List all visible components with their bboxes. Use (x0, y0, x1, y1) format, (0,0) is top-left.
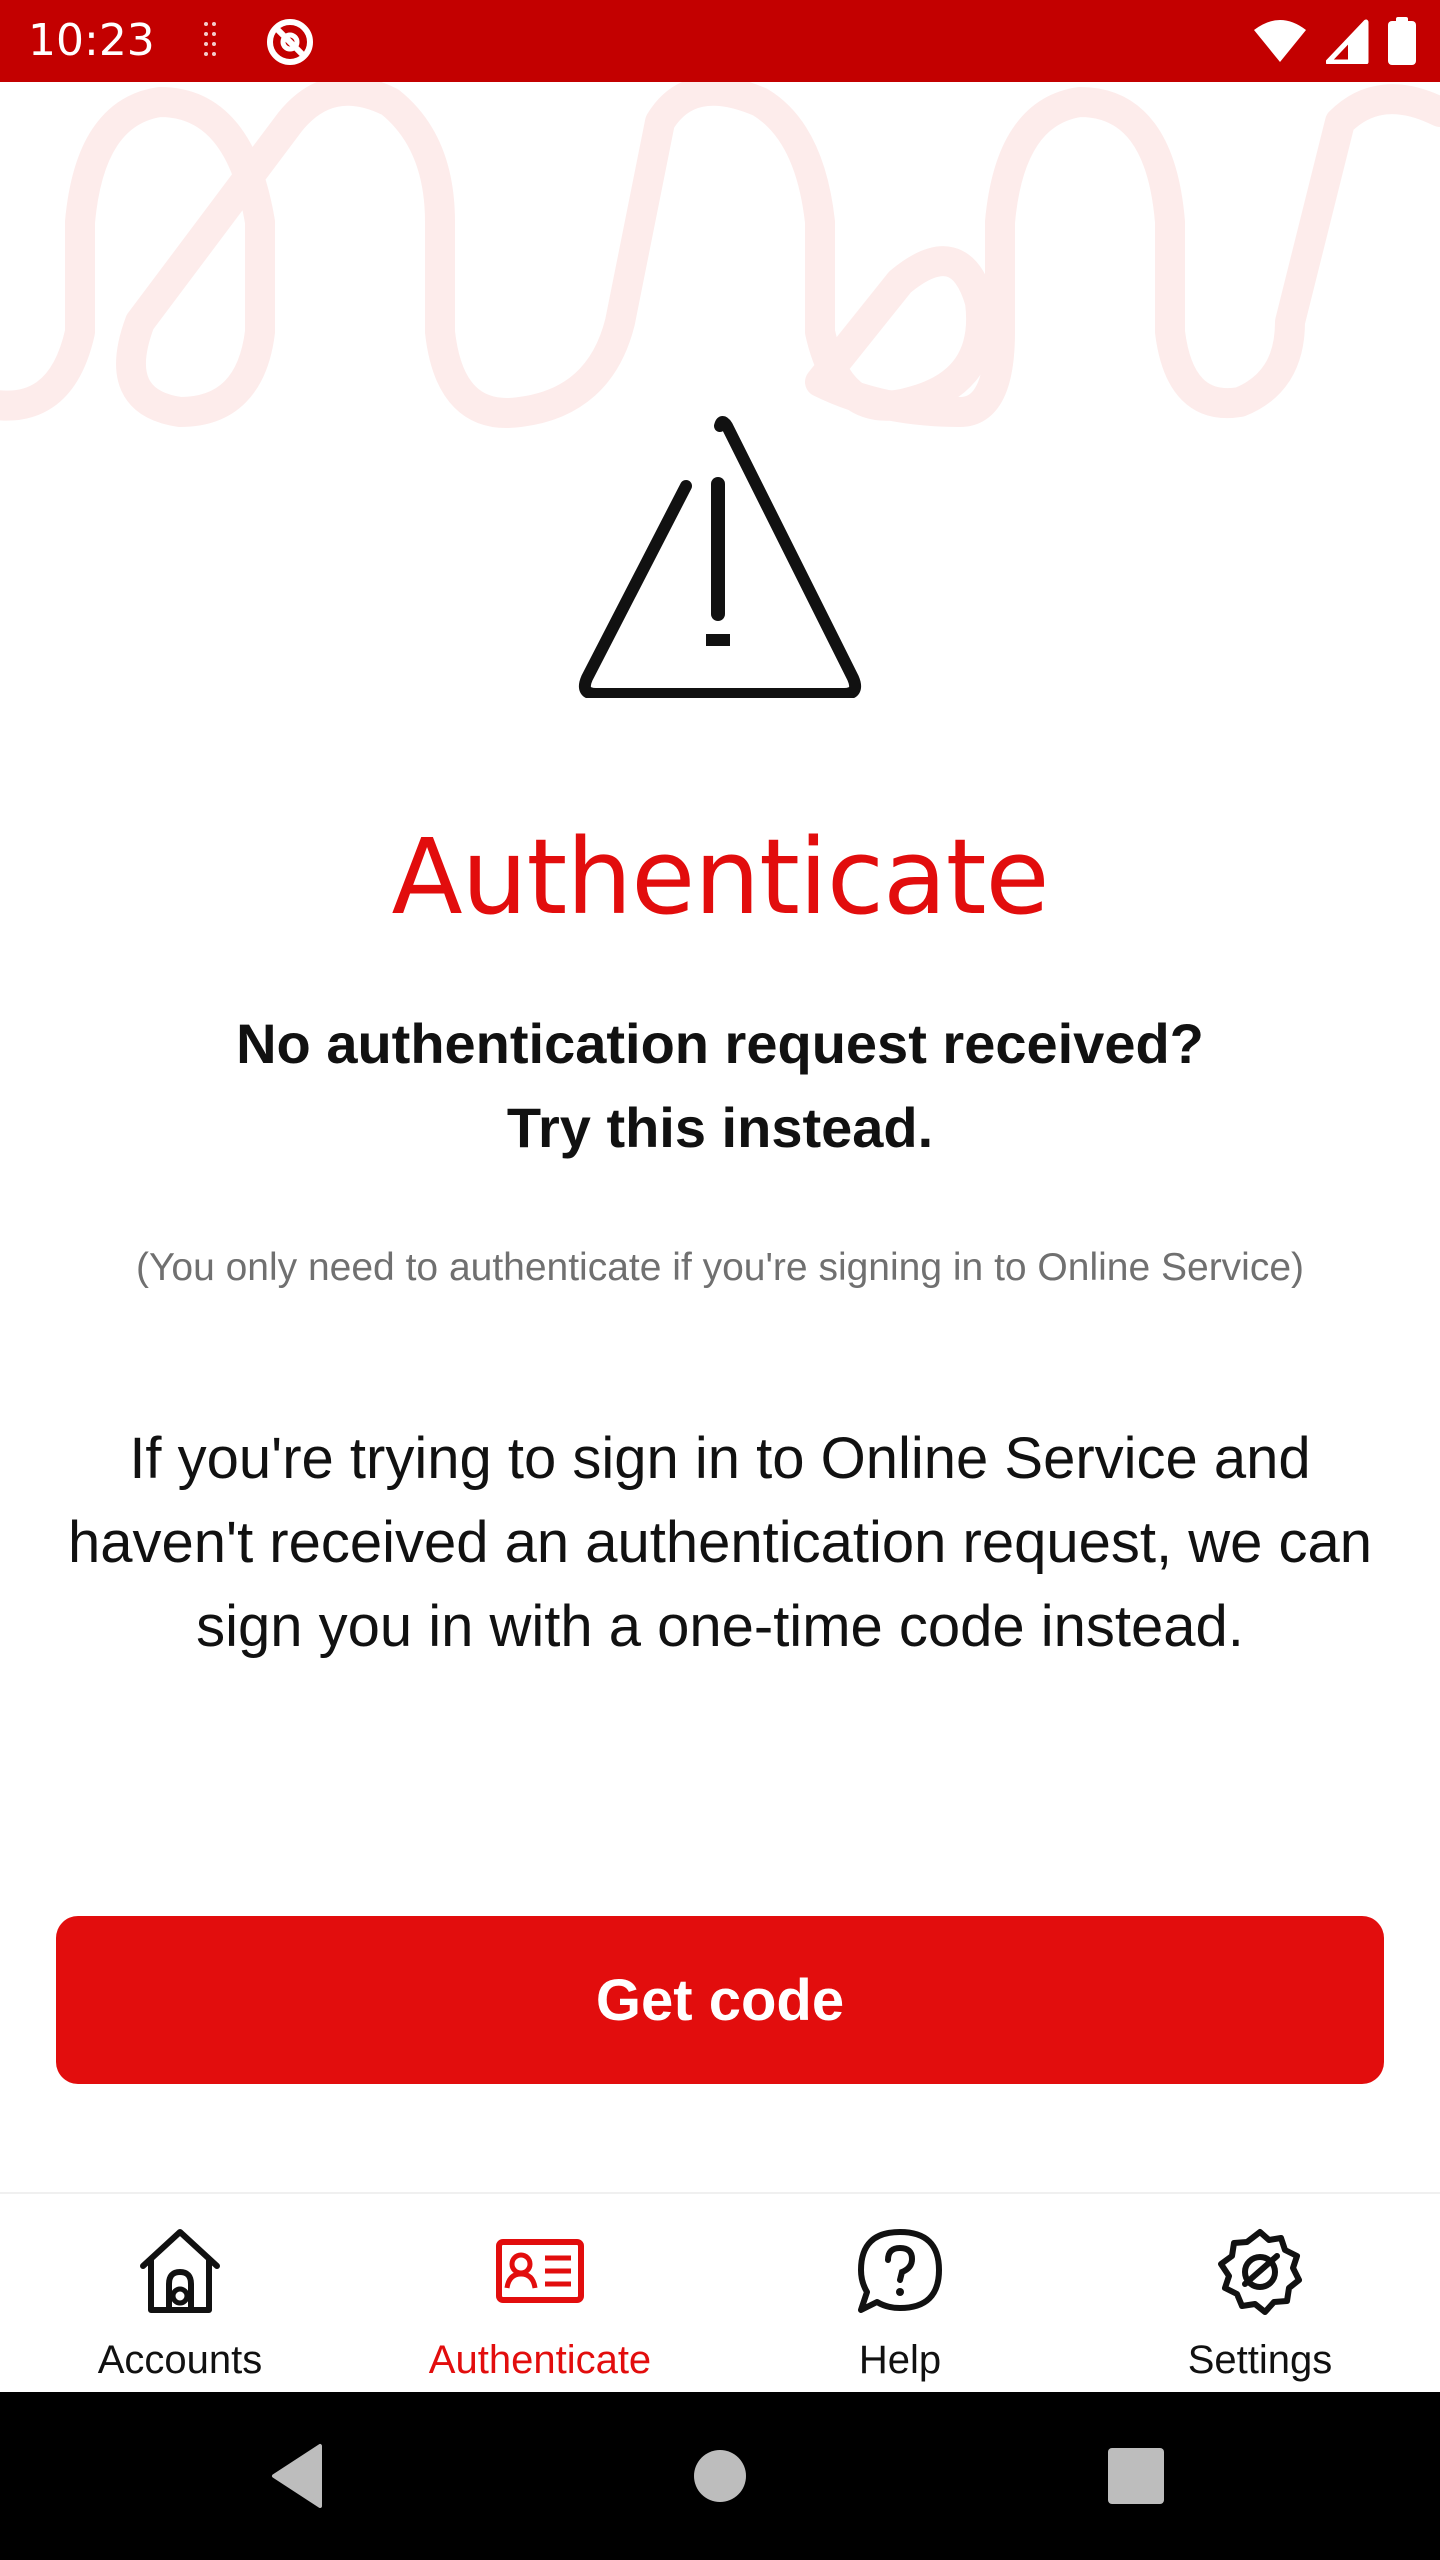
battery-icon (1388, 17, 1416, 65)
nav-label-accounts: Accounts (97, 2338, 263, 2382)
back-icon[interactable] (262, 2436, 342, 2516)
page-title: Authenticate (391, 816, 1050, 938)
nav-item-accounts[interactable]: Accounts (0, 2194, 360, 2390)
nav-item-settings[interactable]: Settings (1080, 2194, 1440, 2390)
app-status-icon (267, 19, 313, 65)
signal-dots-icon (204, 22, 216, 56)
nav-item-help[interactable]: Help (720, 2194, 1080, 2390)
help-bubble-icon (858, 2229, 942, 2313)
subtitle: No authentication request received? Try … (120, 1002, 1320, 1170)
home-icon (140, 2229, 220, 2313)
main-content: Authenticate No authentication request r… (0, 82, 1440, 2192)
nav-label-authenticate: Authenticate (428, 2338, 652, 2382)
nav-label-help: Help (858, 2338, 942, 2382)
subtitle-line-1: No authentication request received? (236, 1012, 1204, 1075)
system-navigation-bar (0, 2392, 1440, 2560)
body-text: If you're trying to sign in to Online Se… (67, 1426, 1373, 1659)
info-note: (You only need to authenticate if you're… (135, 1246, 1305, 1289)
warning-triangle-icon (578, 416, 862, 698)
bottom-navigation: Accounts Authenticate Help Settings (0, 2192, 1440, 2392)
status-time: 10:23 (28, 15, 155, 66)
subtitle-line-2: Try this instead. (506, 1096, 934, 1159)
recents-icon[interactable] (1096, 2436, 1176, 2516)
get-code-button[interactable]: Get code (56, 1916, 1384, 2084)
id-card-icon (496, 2239, 584, 2303)
cell-signal-icon (1326, 19, 1369, 64)
nav-label-settings: Settings (1187, 2338, 1333, 2382)
status-bar: 10:23 (0, 0, 1440, 82)
settings-gear-icon (1218, 2229, 1302, 2315)
nav-item-authenticate[interactable]: Authenticate (360, 2194, 720, 2390)
home-circle-icon[interactable] (680, 2436, 760, 2516)
wifi-icon (1254, 20, 1306, 62)
